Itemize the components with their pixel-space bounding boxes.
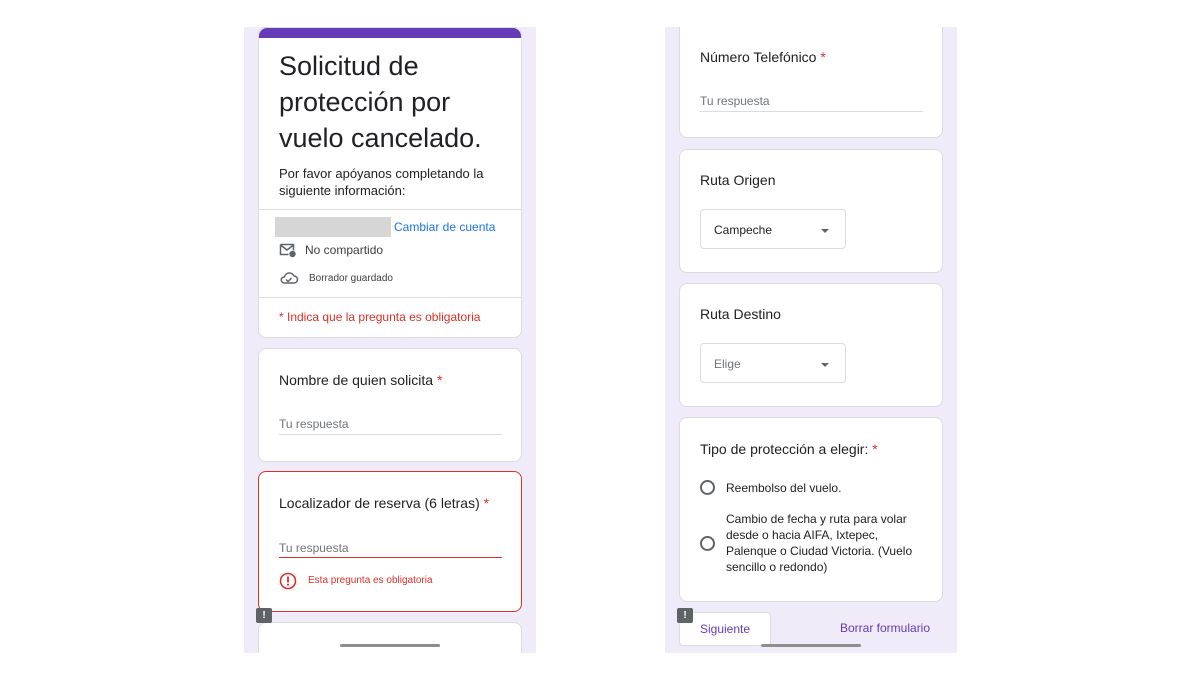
home-indicator [340,644,440,647]
input-underline [700,111,923,112]
required-mark: * [483,495,490,511]
feedback-icon[interactable]: ! [256,608,272,623]
phone-screen-right: Número Telefónico * Tu respuesta Ruta Or… [665,27,957,653]
question-card-name: Nombre de quien solicita * Tu respuesta [258,348,522,462]
feedback-icon[interactable]: ! [677,608,693,623]
question-card-protection: Tipo de protección a elegir: * Reembolso… [679,417,943,602]
clear-form-button[interactable]: Borrar formulario [840,621,930,635]
required-mark: * [436,372,443,388]
question-card-origin: Ruta Origen Campeche [679,149,943,273]
form-header-card: Solicitud de protección por vuelo cancel… [258,27,522,338]
question-label: Nombre de quien solicita * [279,372,442,388]
dropdown-arrow-icon [821,363,829,367]
locator-input[interactable]: Tu respuesta [279,541,349,555]
question-text: Número Telefónico [700,49,817,65]
radio-change-route[interactable] [700,536,715,551]
required-mark: * [872,441,878,457]
question-card-destination: Ruta Destino Elige [679,283,943,407]
question-text: Nombre de quien solicita [279,372,434,388]
option-change-route-label: Cambio de fecha y ruta para volar desde … [726,512,913,574]
phone-screen-left: Solicitud de protección por vuelo cancel… [244,27,536,653]
account-email-redacted [275,217,391,237]
question-label: Localizador de reserva (6 letras) * [279,495,489,511]
divider [259,209,521,210]
required-mark: * [820,49,826,65]
option-refund-label: Reembolso del vuelo. [726,481,842,495]
dropdown-value: Campeche [714,223,773,237]
phone-input[interactable]: Tu respuesta [700,94,770,108]
form-title: Solicitud de protección por vuelo cancel… [279,51,482,153]
question-card-locator: Localizador de reserva (6 letras) * Tu r… [258,471,522,612]
cloud-check-icon [279,270,299,291]
question-label: Número Telefónico * [700,49,826,65]
dropdown-arrow-icon [821,229,829,233]
error-message: Esta pregunta es obligatoria [308,575,433,586]
question-text: Localizador de reserva (6 letras) [279,495,480,511]
input-underline [279,434,502,435]
accent-bar [259,28,521,38]
question-text: Tipo de protección a elegir: [700,441,869,457]
destination-dropdown[interactable]: Elige [700,343,846,383]
input-underline-error [279,557,502,558]
required-note: * Indica que la pregunta es obligatoria [279,310,481,324]
draft-saved-label: Borrador guardado [309,273,393,284]
switch-account-link[interactable]: Cambiar de cuenta [394,220,495,234]
mail-off-icon [279,242,297,263]
form-description: Por favor apóyanos completando la siguie… [279,166,484,198]
next-button-label: Siguiente [700,622,751,636]
question-text: Ruta Destino [700,306,781,322]
not-shared-label: No compartido [305,243,384,257]
question-label: Tipo de protección a elegir: * [700,441,878,457]
question-card-partial [258,622,522,653]
dropdown-value: Elige [714,357,741,371]
divider [259,297,521,298]
question-card-phone: Número Telefónico * Tu respuesta [679,27,943,138]
origin-dropdown[interactable]: Campeche [700,209,846,249]
radio-refund[interactable] [700,480,715,495]
home-indicator [761,644,861,647]
question-text: Ruta Origen [700,172,776,188]
name-input[interactable]: Tu respuesta [279,417,349,431]
error-icon [279,572,297,595]
